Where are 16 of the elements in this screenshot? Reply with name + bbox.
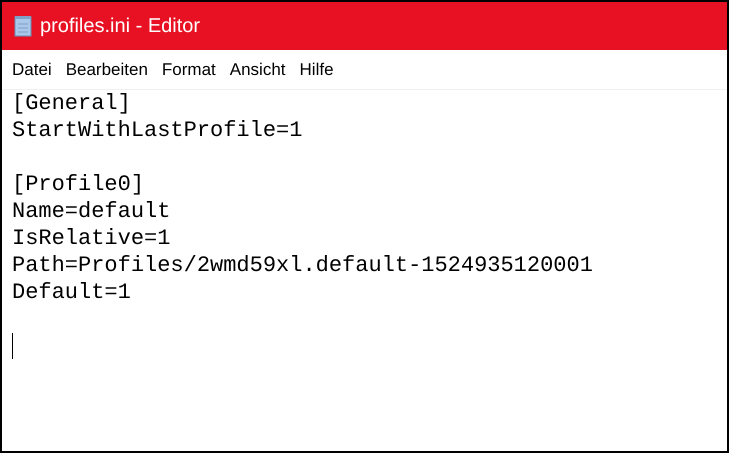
text-line: StartWithLastProfile=1	[12, 117, 302, 144]
notepad-icon	[14, 15, 32, 37]
text-area[interactable]: [General] StartWithLastProfile=1 [Profile0] Name=default IsRelative=1 Path=Profiles/2wmd59xl.default-1524935120001 Default=1	[2, 90, 727, 451]
menu-item[interactable]: Hilfe	[300, 56, 334, 82]
menu-item[interactable]: Bearbeiten	[66, 56, 148, 82]
window-title: profiles.ini - Editor	[40, 14, 200, 39]
menu-item[interactable]: Datei	[12, 56, 52, 82]
menu-item[interactable]: Ansicht	[230, 56, 286, 82]
text-line: Path=Profiles/2wmd59xl.default-1524935120001	[12, 252, 593, 279]
text-cursor	[12, 333, 13, 359]
menu-item[interactable]: Format	[162, 56, 216, 82]
text-line: [Profile0]	[12, 171, 144, 198]
text-line: Default=1	[12, 279, 131, 306]
text-line: IsRelative=1	[12, 225, 170, 252]
text-line: [General]	[12, 90, 131, 117]
text-line: Name=default	[12, 198, 170, 225]
